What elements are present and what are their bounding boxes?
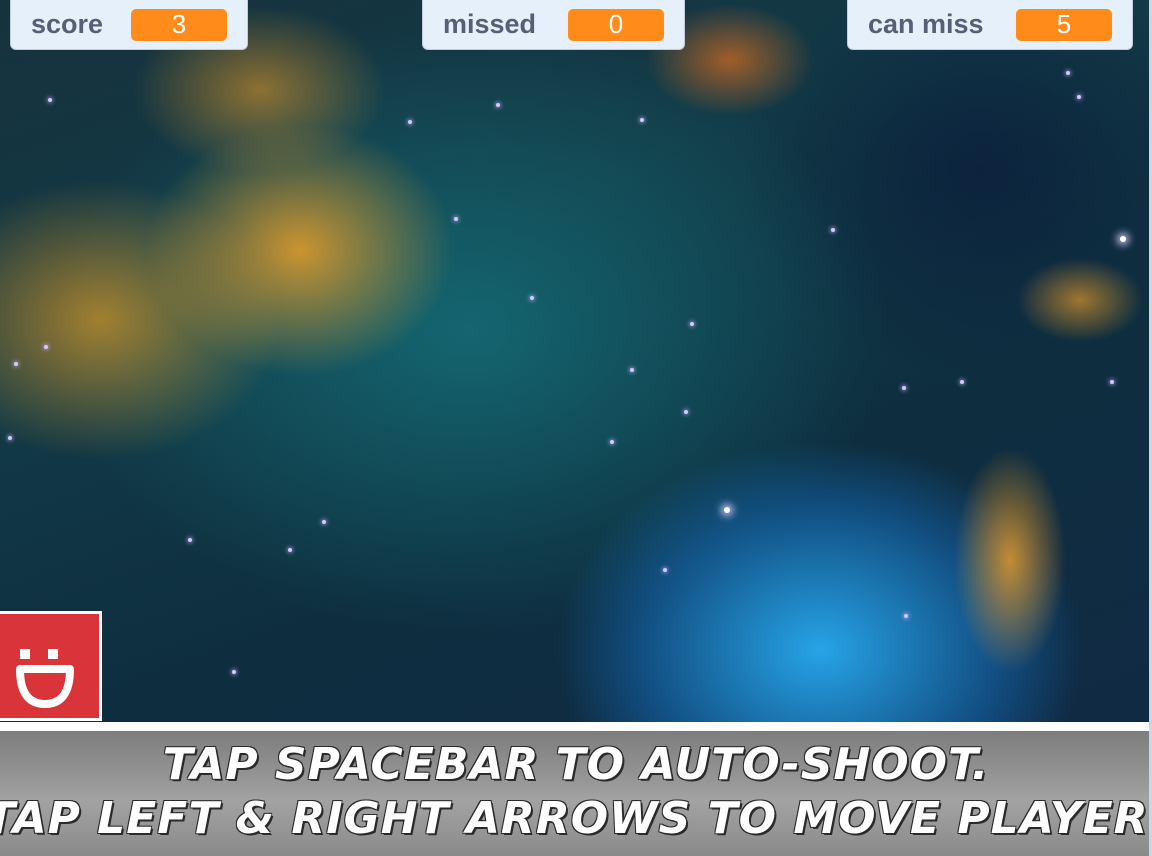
star [188,538,192,542]
score-monitor[interactable]: score 3 [10,0,248,50]
star [1077,95,1081,99]
star [1110,380,1114,384]
star [684,410,688,414]
star [1120,236,1126,242]
score-label: score [31,9,104,39]
player-sprite[interactable] [0,611,102,721]
star [902,386,906,390]
star [630,368,634,372]
star [14,362,18,366]
star [44,345,48,349]
star [663,568,667,572]
instruction-line-shoot: TAP SPACEBAR TO AUTO-SHOOT. [162,738,990,790]
star [48,98,52,102]
can-miss-label: can miss [868,9,984,39]
game-stage[interactable]: score 3 missed 0 can miss 5 TAP SPACEBAR… [0,0,1152,856]
star [496,103,500,107]
star [831,228,835,232]
star [232,670,236,674]
star [904,614,908,618]
nebula-background [0,0,1152,724]
can-miss-monitor[interactable]: can miss 5 [847,0,1133,50]
instruction-line-move: TAP LEFT & RIGHT ARROWS TO MOVE PLAYER. [0,792,1152,844]
star [690,322,694,326]
score-value: 3 [131,8,227,41]
instructions-banner: TAP SPACEBAR TO AUTO-SHOOT. TAP LEFT & R… [0,731,1152,856]
banner-divider [0,722,1152,731]
star [724,507,730,513]
star [610,440,614,444]
star [960,380,964,384]
star [530,296,534,300]
star [454,217,458,221]
star [408,120,412,124]
can-miss-value: 5 [1016,8,1112,41]
missed-value: 0 [568,8,664,41]
missed-label: missed [443,9,537,39]
star [640,118,644,122]
missed-monitor[interactable]: missed 0 [422,0,685,50]
smiley-face-icon [16,649,74,708]
star [1066,71,1070,75]
star [322,520,326,524]
star [288,548,292,552]
star [8,436,12,440]
